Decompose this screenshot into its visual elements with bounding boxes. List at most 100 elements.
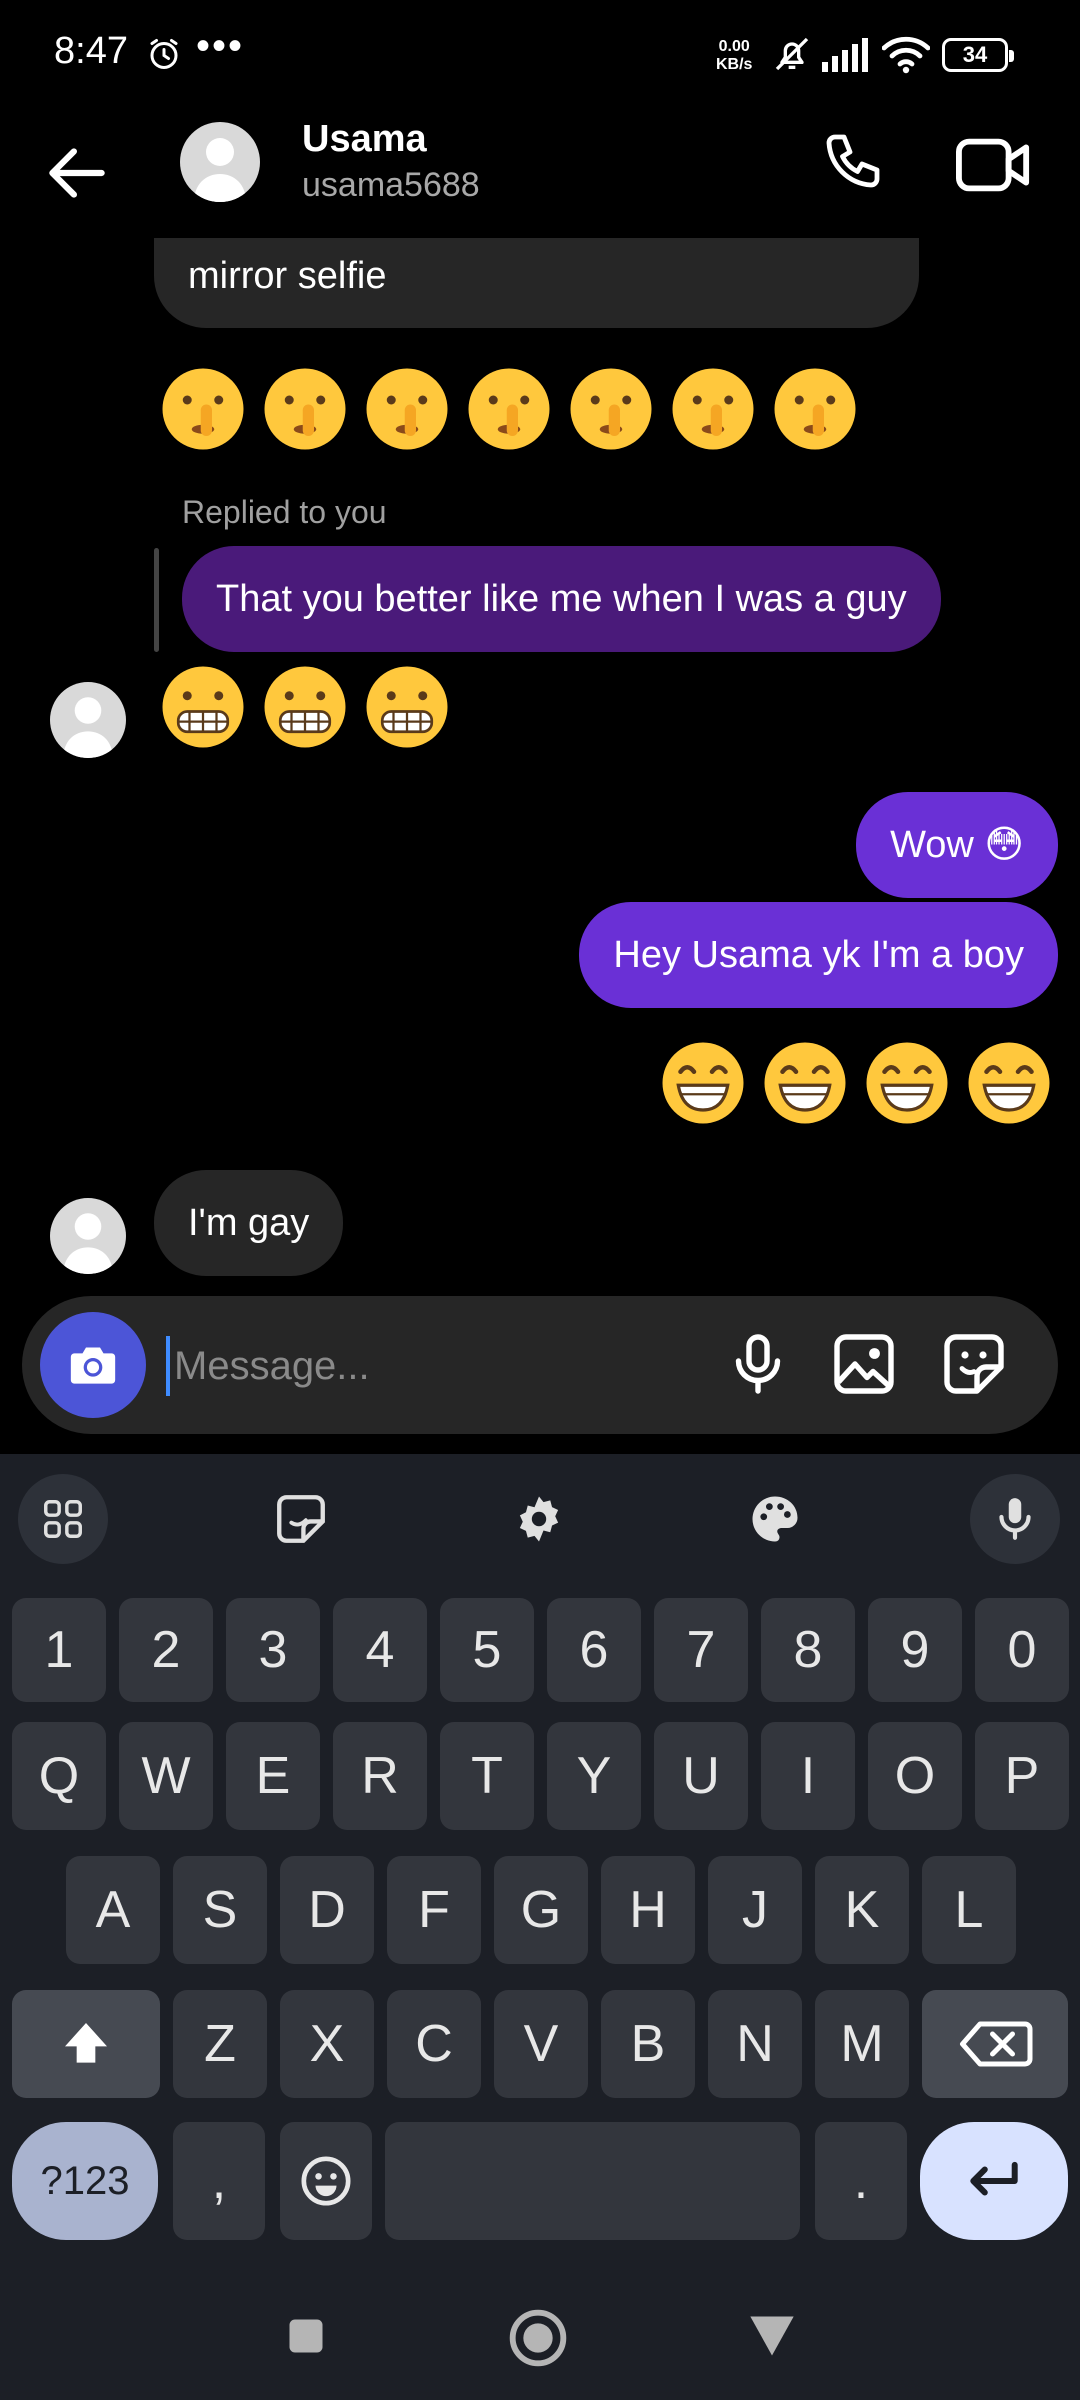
phone-call-icon[interactable] [820,128,892,200]
key-u[interactable]: U [654,1722,748,1830]
message-composer [22,1296,1058,1434]
default-avatar-icon [194,138,246,202]
sender-avatar[interactable] [50,682,126,758]
chat-header: Usama usama5688 [0,110,1080,238]
key-s[interactable]: S [173,1856,267,1964]
gallery-icon[interactable] [828,1328,900,1400]
grimacing-face-emoji [366,666,448,748]
grimacing-face-emoji [264,666,346,748]
key-v[interactable]: V [494,1990,588,2098]
key-q[interactable]: Q [12,1722,106,1830]
back-triangle-icon[interactable] [746,2312,798,2360]
camera-icon [70,1347,116,1384]
mute-bell-icon [775,37,809,71]
network-speed-unit: KB/s [716,56,753,73]
shift-arrow-icon [65,2023,107,2063]
keyboard-voice-button[interactable] [970,1474,1060,1564]
contact-avatar[interactable] [180,122,260,202]
system-navigation-bar [0,2276,1080,2400]
keyboard-settings-button[interactable] [494,1474,584,1564]
enter-key[interactable] [920,2122,1068,2240]
key-c[interactable]: C [387,1990,481,2098]
key-h[interactable]: H [601,1856,695,1964]
emoji-message-grimace[interactable] [158,662,452,752]
sender-avatar[interactable] [50,1198,126,1274]
emoji-message-shush[interactable] [158,364,860,454]
message-list[interactable]: mirror selfie Replied to you That you be… [0,238,1080,1290]
key-n[interactable]: N [708,1990,802,2098]
key-1[interactable]: 1 [12,1598,106,1702]
key-m[interactable]: M [815,1990,909,2098]
alarm-icon [150,39,178,69]
key-3[interactable]: 3 [226,1598,320,1702]
key-z[interactable]: Z [173,1990,267,2098]
default-avatar-icon [63,1213,113,1274]
key-l[interactable]: L [922,1856,1016,1964]
key-o[interactable]: O [868,1722,962,1830]
key-g[interactable]: G [494,1856,588,1964]
contact-name[interactable]: Usama [302,118,427,161]
symbols-key[interactable]: ?123 [12,2122,158,2240]
video-call-icon[interactable] [956,130,1032,200]
key-6[interactable]: 6 [547,1598,641,1702]
emoji-key[interactable] [280,2122,372,2240]
home-circle-icon[interactable] [506,2306,570,2370]
key-e[interactable]: E [226,1722,320,1830]
period-key[interactable]: . [815,2122,907,2240]
shift-key[interactable] [12,1990,160,2098]
space-key[interactable] [385,2122,800,2240]
sticker-icon[interactable] [938,1328,1010,1400]
key-p[interactable]: P [975,1722,1069,1830]
key-8[interactable]: 8 [761,1598,855,1702]
key-i[interactable]: I [761,1722,855,1830]
back-arrow-icon[interactable] [40,136,114,210]
message-text: Hey Usama yk I'm a boy [613,934,1024,976]
quoted-reply-message[interactable]: That you better like me when I was a guy [182,546,941,652]
shushing-face-emoji [570,368,652,450]
network-speed-value: 0.00 [718,38,750,55]
key-a[interactable]: A [66,1856,160,1964]
contact-username[interactable]: usama5688 [302,166,480,205]
default-avatar-icon [63,697,113,758]
key-k[interactable]: K [815,1856,909,1964]
grid-icon [44,1500,82,1538]
keyboard-apps-button[interactable] [18,1474,108,1564]
emoji-message-grin[interactable] [658,1038,1054,1128]
signal-icon [822,38,868,72]
key-d[interactable]: D [280,1856,374,1964]
gear-icon [519,1496,559,1542]
key-5[interactable]: 5 [440,1598,534,1702]
sent-message[interactable]: Wow 😳 [856,792,1058,898]
key-t[interactable]: T [440,1722,534,1830]
key-0[interactable]: 0 [975,1598,1069,1702]
recents-square-icon[interactable] [284,2314,328,2358]
microphone-icon[interactable] [722,1328,794,1400]
battery-level: 34 [962,42,988,67]
camera-button[interactable] [40,1312,146,1418]
received-message[interactable]: I'm gay [154,1170,344,1276]
key-j[interactable]: J [708,1856,802,1964]
key-y[interactable]: Y [547,1722,641,1830]
sent-message[interactable]: Hey Usama yk I'm a boy [579,902,1058,1008]
shushing-face-emoji [366,368,448,450]
received-message[interactable]: mirror selfie [154,238,919,328]
message-input[interactable] [166,1326,686,1406]
message-text: Wow 😳 [890,824,1024,866]
key-x[interactable]: X [280,1990,374,2098]
key-b[interactable]: B [601,1990,695,2098]
key-f[interactable]: F [387,1856,481,1964]
backspace-key[interactable] [922,1990,1068,2098]
keyboard-sticker-button[interactable] [256,1474,346,1564]
battery-icon: 34 [942,38,1014,72]
replied-to-you-label: Replied to you [182,494,387,530]
key-7[interactable]: 7 [654,1598,748,1702]
backspace-icon [960,2021,1033,2067]
keyboard-theme-button[interactable] [730,1474,820,1564]
key-9[interactable]: 9 [868,1598,962,1702]
key-r[interactable]: R [333,1722,427,1830]
comma-key[interactable]: , [173,2122,265,2240]
key-w[interactable]: W [119,1722,213,1830]
key-2[interactable]: 2 [119,1598,213,1702]
key-4[interactable]: 4 [333,1598,427,1702]
palette-icon [752,1496,798,1542]
